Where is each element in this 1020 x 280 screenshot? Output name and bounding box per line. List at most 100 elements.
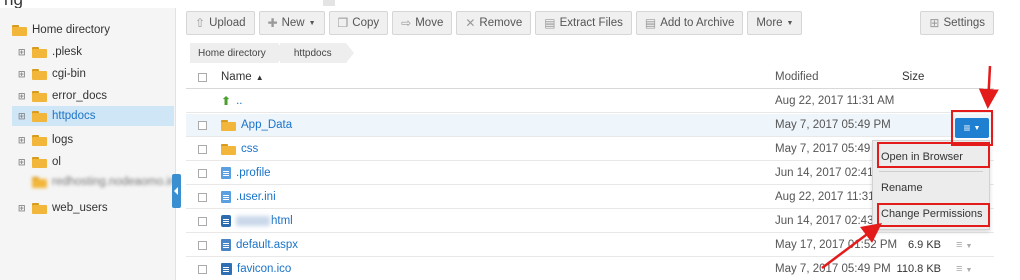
file-name: default.aspx — [236, 239, 299, 251]
modified-date: May 7, 2017 05:49 PM — [775, 263, 891, 275]
tree-item-label: redhosting.nodeaomo.in — [52, 176, 176, 188]
file-name-link[interactable]: css — [221, 143, 258, 155]
table-row[interactable]: favicon.ico May 7, 2017 05:49 PM 110.8 K… — [186, 258, 994, 280]
html-file-icon — [221, 215, 231, 227]
tree-item-obscured[interactable]: redhosting.nodeaomo.in — [18, 172, 175, 192]
file-name-link[interactable]: default.aspx — [221, 239, 298, 251]
add-to-archive-button[interactable]: ▤ Add to Archive — [635, 11, 744, 35]
tree-item-logs[interactable]: ⊞ logs — [18, 130, 73, 150]
tree-item-plesk[interactable]: ⊞ .plesk — [18, 42, 82, 62]
tree-item-cgi-bin[interactable]: ⊞ cgi-bin — [18, 64, 86, 84]
file-name: App_Data — [241, 119, 293, 131]
row-checkbox[interactable] — [198, 121, 207, 130]
folder-icon — [221, 143, 236, 155]
expand-icon[interactable]: ⊞ — [18, 203, 28, 214]
menu-item-rename[interactable]: Rename — [881, 182, 923, 194]
file-name-link[interactable]: html — [221, 215, 293, 227]
breadcrumb: Home directory httpdocs — [190, 43, 354, 63]
row-checkbox[interactable] — [198, 169, 207, 178]
modified-date: Jun 14, 2017 02:43 — [775, 215, 874, 227]
row-actions-menu[interactable]: ≡ ▼ — [956, 239, 972, 251]
aspx-file-icon — [221, 239, 231, 251]
modified-date: May 7, 2017 05:49 P — [775, 143, 882, 155]
select-all-checkbox[interactable] — [198, 73, 207, 82]
row-checkbox[interactable] — [198, 217, 207, 226]
tree-item-home-directory[interactable]: Home directory — [12, 20, 110, 40]
extract-files-button[interactable]: ▤ Extract Files — [535, 11, 632, 35]
new-button[interactable]: ✚ New ▼ — [258, 11, 325, 35]
expand-icon[interactable]: ⊞ — [18, 69, 28, 80]
folder-icon — [32, 202, 47, 214]
modified-date: Jun 14, 2017 02:41 P — [775, 167, 885, 179]
row-actions-menu[interactable]: ≡ ▼ — [956, 263, 972, 275]
settings-label: Settings — [943, 17, 985, 29]
modified-column-header[interactable]: Modified — [775, 71, 818, 83]
extract-label: Extract Files — [559, 17, 623, 29]
tree-item-label: logs — [52, 134, 74, 146]
tree-item-error-docs[interactable]: ⊞ error_docs — [18, 86, 107, 106]
annotation-box-actions-button — [951, 110, 993, 146]
tree-item-label: httpdocs — [52, 110, 96, 122]
breadcrumb-httpdocs[interactable]: httpdocs — [279, 43, 354, 63]
extract-icon: ▤ — [544, 16, 556, 30]
table-row[interactable]: ⬆ .. Aug 22, 2017 11:31 AM — [186, 90, 994, 113]
more-button[interactable]: More ▼ — [747, 11, 803, 35]
file-name: html — [271, 215, 293, 227]
tree-item-ol[interactable]: ⊞ ol — [18, 152, 61, 172]
file-name: .profile — [236, 167, 271, 179]
ico-file-icon — [221, 263, 232, 275]
folder-icon — [32, 46, 47, 58]
settings-button[interactable]: ⊞ Settings — [920, 11, 994, 35]
tree-item-httpdocs[interactable]: ⊞ httpdocs — [12, 106, 174, 126]
upload-icon: ⇧ — [195, 16, 206, 30]
breadcrumb-home-directory[interactable]: Home directory — [190, 43, 286, 63]
folder-icon — [32, 156, 47, 168]
copy-button[interactable]: ❐ Copy — [328, 11, 389, 35]
move-button[interactable]: ⇨ Move — [392, 11, 453, 35]
sort-ascending-icon: ▲ — [255, 72, 264, 82]
remove-button[interactable]: ✕ Remove — [456, 11, 532, 35]
row-checkbox[interactable] — [198, 193, 207, 202]
expand-icon[interactable]: ⊞ — [18, 47, 28, 58]
top-strip: ng — [0, 0, 1020, 9]
expand-icon[interactable]: ⊞ — [18, 135, 28, 146]
row-checkbox[interactable] — [198, 241, 207, 250]
upload-label: Upload — [209, 17, 246, 29]
file-name-link[interactable]: favicon.ico — [221, 263, 291, 275]
tree-item-web-users[interactable]: ⊞ web_users — [18, 198, 108, 218]
size-column-header[interactable]: Size — [902, 71, 924, 83]
menu-divider — [879, 171, 983, 172]
file-name-link[interactable]: App_Data — [221, 119, 292, 131]
expand-icon[interactable]: ⊞ — [18, 157, 28, 168]
archive-label: Add to Archive — [660, 17, 735, 29]
sidebar-collapse-handle[interactable] — [172, 174, 181, 208]
folder-icon — [12, 24, 27, 36]
redacted-filename — [236, 216, 270, 226]
upload-button[interactable]: ⇧ Upload — [186, 11, 255, 35]
annotation-box-open-in-browser — [877, 142, 990, 168]
file-name-link[interactable]: .user.ini — [221, 191, 276, 203]
tree-item-label: web_users — [52, 202, 108, 214]
move-label: Move — [415, 17, 444, 29]
name-column-header[interactable]: Name ▲ — [221, 71, 264, 83]
expand-icon[interactable]: ⊞ — [18, 111, 28, 122]
tree-item-label: Home directory — [32, 24, 110, 36]
name-header-label: Name — [221, 71, 252, 83]
folder-icon — [32, 176, 47, 188]
parent-directory-link[interactable]: ⬆ .. — [221, 94, 242, 108]
copy-label: Copy — [352, 17, 380, 29]
folder-icon — [221, 119, 236, 131]
table-row[interactable]: App_Data May 7, 2017 05:49 PM — [186, 114, 994, 137]
plus-icon: ✚ — [267, 16, 278, 30]
file-name: favicon.ico — [237, 263, 292, 275]
remove-label: Remove — [479, 17, 523, 29]
file-icon — [221, 167, 231, 179]
table-row[interactable]: default.aspx May 17, 2017 01:52 PM 6.9 K… — [186, 234, 994, 257]
file-name-link[interactable]: .profile — [221, 167, 271, 179]
modified-date: Aug 22, 2017 11:31 AM — [775, 95, 895, 107]
row-checkbox[interactable] — [198, 145, 207, 154]
expand-icon[interactable]: ⊞ — [18, 91, 28, 102]
row-checkbox[interactable] — [198, 265, 207, 274]
table-header-row: Name ▲ Modified Size — [186, 66, 994, 89]
file-name: css — [241, 143, 259, 155]
